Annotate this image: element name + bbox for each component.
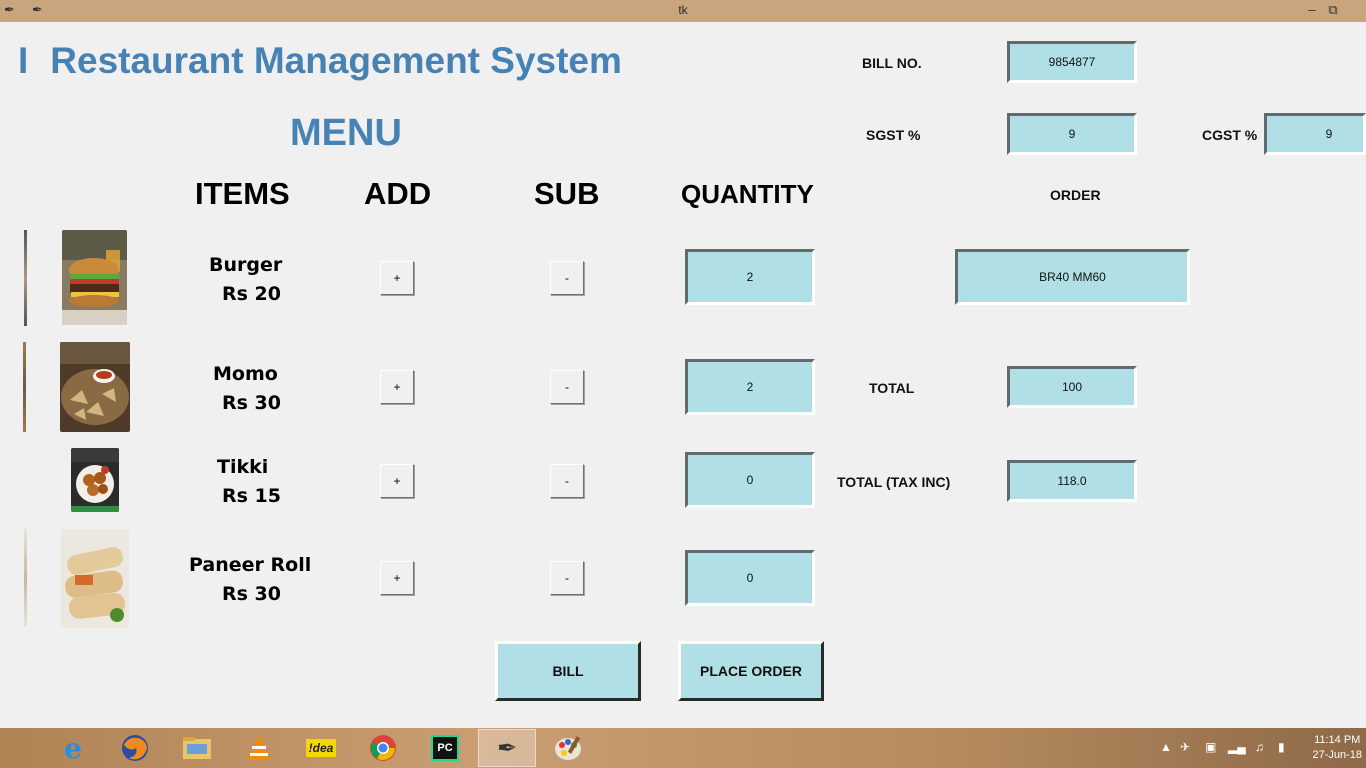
bill-no-label: BILL NO. (862, 55, 922, 71)
app-title-text: Restaurant Management System (50, 40, 622, 81)
window-titlebar: ✒ ✒ tk – ⧉ (0, 0, 1366, 22)
show-hidden-icons[interactable]: ▲ (1160, 740, 1172, 754)
momo-image-svg (60, 342, 130, 432)
sgst-label: SGST % (866, 127, 921, 143)
app-title-prefix: I (18, 40, 29, 81)
tikki-image-svg (71, 448, 119, 512)
add-burger-button[interactable]: + (380, 261, 414, 295)
add-tikki-button[interactable]: + (380, 464, 414, 498)
idea-icon[interactable]: !dea (292, 729, 350, 767)
chrome-icon[interactable] (354, 729, 412, 767)
paneer-roll-image-svg (61, 529, 129, 628)
paint-icon[interactable] (540, 729, 598, 767)
sub-momo-button[interactable]: - (550, 370, 584, 404)
bill-no-field[interactable]: 9854877 (1007, 41, 1137, 83)
sgst-field[interactable]: 9 (1007, 113, 1137, 155)
restore-button[interactable]: ⧉ (1320, 0, 1346, 20)
burger-image-svg (62, 230, 127, 325)
total-field[interactable]: 100 (1007, 366, 1137, 408)
cgst-label: CGST % (1202, 127, 1258, 143)
quantity-paneer-roll-field[interactable]: 0 (685, 550, 815, 606)
pycharm-icon[interactable]: PC (416, 729, 474, 767)
firefox-icon[interactable] (106, 729, 164, 767)
total-label: TOTAL (869, 380, 915, 396)
folder-icon-svg (183, 737, 211, 759)
item-price: Rs 30 (222, 583, 281, 605)
sub-tikki-button[interactable]: - (550, 464, 584, 498)
image-edge (24, 529, 27, 627)
quantity-burger-field[interactable]: 2 (685, 249, 815, 305)
place-order-button[interactable]: PLACE ORDER (678, 641, 824, 701)
paint-icon-svg (555, 736, 581, 760)
app-title: I Restaurant Management System (18, 40, 622, 82)
bill-button[interactable]: BILL (495, 641, 641, 701)
file-explorer-icon[interactable] (168, 729, 226, 767)
add-heading: ADD (364, 176, 432, 211)
tk-feather-icon[interactable]: ✒ (478, 729, 536, 767)
app-window: I Restaurant Management System MENU ITEM… (0, 22, 1366, 728)
vlc-icon-svg (248, 735, 270, 760)
network-icon[interactable]: ✈ (1180, 740, 1190, 754)
display-icon[interactable]: ▣ (1205, 740, 1216, 754)
system-clock[interactable]: 11:14 PM 27-Jun-18 (1312, 733, 1362, 763)
paneer-roll-image (61, 529, 129, 628)
item-price: Rs 30 (222, 392, 281, 414)
battery-icon[interactable]: ▮ (1278, 740, 1285, 754)
tikki-image (71, 448, 119, 512)
idea-glyph: !dea (305, 739, 337, 757)
item-name: Paneer Roll (189, 554, 312, 576)
quantity-heading: QUANTITY (681, 179, 814, 209)
menu-title: MENU (290, 112, 402, 154)
signal-icon[interactable]: ▂▄ (1228, 740, 1246, 754)
clock-date: 27-Jun-18 (1312, 749, 1362, 761)
order-label: ORDER (1050, 187, 1101, 203)
add-paneer-roll-button[interactable]: + (380, 561, 414, 595)
clock-time: 11:14 PM (1314, 734, 1361, 746)
internet-explorer-icon[interactable]: e (44, 729, 102, 767)
item-name: Burger (209, 254, 283, 276)
volume-icon[interactable]: ♫ (1255, 740, 1264, 754)
item-name: Momo (213, 363, 278, 385)
item-name: Tikki (217, 456, 269, 478)
image-edge (23, 342, 26, 432)
quantity-momo-field[interactable]: 2 (685, 359, 815, 415)
taskbar: e !dea PC ✒ ▲ ✈ ▣ ▂▄ ♫ ▮ 11:14 PM 27-Jun… (0, 728, 1366, 768)
cgst-field[interactable]: 9 (1264, 113, 1366, 155)
sub-heading: SUB (534, 176, 600, 211)
chrome-icon-svg (370, 735, 396, 761)
item-price: Rs 20 (222, 283, 281, 305)
ie-glyph: e (64, 731, 82, 765)
image-edge (24, 230, 27, 326)
burger-image (62, 230, 127, 325)
sub-paneer-roll-button[interactable]: - (550, 561, 584, 595)
window-title: tk (678, 3, 688, 17)
item-price: Rs 15 (222, 485, 281, 507)
feather-glyph: ✒ (496, 734, 518, 762)
firefox-icon-svg (122, 735, 148, 761)
total-tax-field[interactable]: 118.0 (1007, 460, 1137, 502)
sub-burger-button[interactable]: - (550, 261, 584, 295)
items-heading: ITEMS (195, 176, 290, 211)
order-field[interactable]: BR40 MM60 (955, 249, 1190, 305)
vlc-icon[interactable] (230, 729, 288, 767)
total-tax-label: TOTAL (TAX INC) (837, 474, 951, 490)
quantity-tikki-field[interactable]: 0 (685, 452, 815, 508)
momo-image (60, 342, 130, 432)
add-momo-button[interactable]: + (380, 370, 414, 404)
pycharm-glyph: PC (431, 735, 459, 761)
